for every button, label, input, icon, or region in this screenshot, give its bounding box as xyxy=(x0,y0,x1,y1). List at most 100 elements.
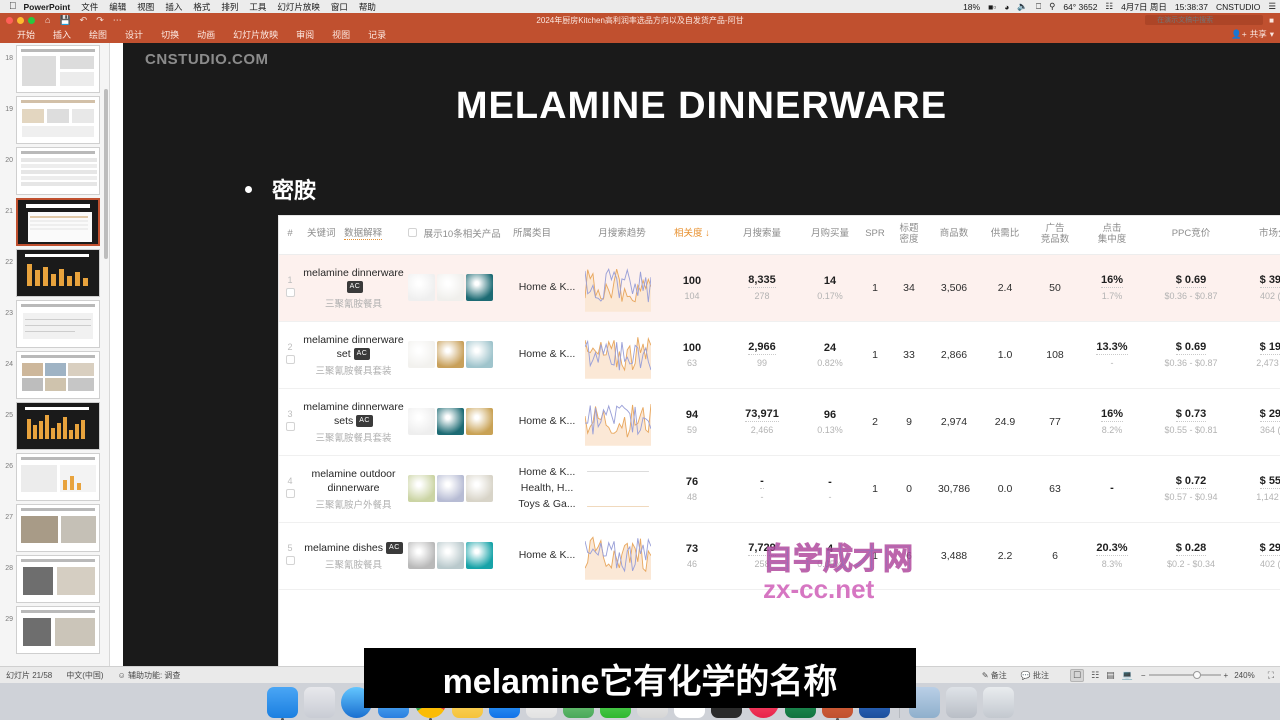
header-click-concentration[interactable]: 点击 集中度 xyxy=(1081,216,1143,255)
normal-view-icon[interactable]: ☐ xyxy=(1069,668,1085,682)
zoom-level[interactable]: 240% xyxy=(1234,671,1254,680)
trash-icon[interactable] xyxy=(982,687,1014,718)
product-thumbnail[interactable] xyxy=(466,341,493,369)
product-thumbnail[interactable] xyxy=(408,408,435,436)
keyword-cell[interactable]: melamine outdoor dinnerware 三聚氰胺户外餐具 xyxy=(301,455,406,523)
header-product-count[interactable]: 商品数 xyxy=(927,216,981,255)
list-icon[interactable]: ☰ xyxy=(1268,1,1276,12)
category-cell[interactable]: Home & K... xyxy=(511,321,583,389)
search-input[interactable] xyxy=(1145,15,1264,25)
header-show-related[interactable]: 展示10条相关产品 xyxy=(406,216,511,255)
trend-cell[interactable] xyxy=(583,455,661,523)
product-images-cell[interactable] xyxy=(406,254,511,322)
row-checkbox[interactable] xyxy=(285,288,295,298)
product-images-cell[interactable] xyxy=(406,455,511,523)
menubar-item-view[interactable]: 视图 xyxy=(137,1,154,13)
product-thumbnail[interactable] xyxy=(466,475,493,503)
product-images-cell[interactable] xyxy=(406,388,511,456)
more-icon[interactable]: ⋯ xyxy=(113,15,122,26)
thumbnail-image[interactable] xyxy=(16,402,100,450)
thumbnail-item[interactable]: 26 xyxy=(0,453,109,501)
tab-record[interactable]: 记录 xyxy=(359,27,395,43)
save-icon[interactable]: 💾 xyxy=(59,15,70,26)
header-spr[interactable]: SPR xyxy=(859,216,891,255)
slide-bullet[interactable]: 密胺 xyxy=(245,173,316,205)
header-market-analysis[interactable]: 市场分析 xyxy=(1239,216,1280,255)
table-row[interactable]: 5 melamine dishes AC 三聚氰胺餐具 Home & K... 73 46 7… xyxy=(279,522,1280,590)
show-related-checkbox[interactable] xyxy=(408,228,417,238)
trend-cell[interactable] xyxy=(583,522,661,590)
trend-cell[interactable] xyxy=(583,321,661,389)
trend-cell[interactable] xyxy=(583,388,661,456)
comments-button[interactable]: 💬 批注 xyxy=(1021,670,1049,681)
thumbnail-item[interactable]: 18 xyxy=(0,45,109,93)
fit-slide-icon[interactable]: ⛶ xyxy=(1268,670,1274,681)
header-data-explain[interactable]: 数据解释 xyxy=(344,228,383,241)
product-thumbnail[interactable] xyxy=(437,475,464,503)
product-images-cell[interactable] xyxy=(406,522,511,590)
thumbnail-image[interactable] xyxy=(16,45,100,93)
keyword-cell[interactable]: melamine dishes AC 三聚氰胺餐具 xyxy=(301,522,406,590)
wifi-icon[interactable]: ◕ xyxy=(1004,2,1009,12)
thumbnail-item[interactable]: 22 xyxy=(0,249,109,297)
battery-icon[interactable]: ■▫ xyxy=(988,2,996,12)
menubar-item-insert[interactable]: 插入 xyxy=(165,1,182,13)
tab-slideshow[interactable]: 幻灯片放映 xyxy=(224,27,287,43)
thumbnail-image[interactable] xyxy=(16,504,100,552)
undo-icon[interactable]: ↶ xyxy=(80,15,88,26)
zoom-track[interactable] xyxy=(1148,671,1221,679)
category-label[interactable]: Home & K... xyxy=(513,465,581,481)
zoom-out-button[interactable]: − xyxy=(1141,671,1146,680)
product-thumbnail[interactable] xyxy=(437,341,464,369)
category-label[interactable]: Home & K... xyxy=(513,280,581,296)
thumbnail-image[interactable] xyxy=(16,555,100,603)
menubar-item-file[interactable]: 文件 xyxy=(81,1,98,13)
search-box[interactable]: ⚲ xyxy=(1145,15,1264,25)
zoom-knob[interactable] xyxy=(1192,671,1201,679)
header-title-density[interactable]: 标题 密度 xyxy=(891,216,927,255)
quick-access-toolbar[interactable]: ⌂ 💾 ↶ ↷ ⋯ xyxy=(45,15,122,26)
tab-animations[interactable]: 动画 xyxy=(188,27,224,43)
thumbnail-item[interactable]: 25 xyxy=(0,402,109,450)
slide-thumbnail-panel[interactable]: 18 19 20 21 22 23 24 25 26 27 28 29 xyxy=(0,43,110,683)
thumbnail-item[interactable]: 19 xyxy=(0,96,109,144)
keyword-cell[interactable]: melamine dinnerwareAC 三聚氰胺餐具 xyxy=(301,254,406,322)
account-avatar[interactable]: ■ xyxy=(1269,16,1274,25)
tab-draw[interactable]: 绘图 xyxy=(80,27,116,43)
volume-icon[interactable]: 🔈 xyxy=(1017,1,1028,12)
downloads-icon[interactable] xyxy=(945,687,977,718)
thumbnail-image[interactable] xyxy=(16,606,100,654)
menubar-app-name[interactable]: PowerPoint xyxy=(24,2,71,12)
thumbnail-item[interactable]: 27 xyxy=(0,504,109,552)
category-label[interactable]: Home & K... xyxy=(513,414,581,430)
menubar-item-arrange[interactable]: 排列 xyxy=(221,1,238,13)
menubar-item-slideshow[interactable]: 幻灯片放映 xyxy=(277,1,320,13)
category-cell[interactable]: Home & K... xyxy=(511,522,583,590)
keyword-cell[interactable]: melamine dinnerware sets AC 三聚氰胺餐具套装 xyxy=(301,388,406,456)
product-thumbnail[interactable] xyxy=(466,542,493,570)
zoom-slider[interactable]: − + xyxy=(1141,671,1228,680)
header-ad-competitors[interactable]: 广告 竞品数 xyxy=(1029,216,1081,255)
home-icon[interactable]: ⌂ xyxy=(45,15,50,25)
thumbnail-item[interactable]: 23 xyxy=(0,300,109,348)
tab-view[interactable]: 视图 xyxy=(323,27,359,43)
window-controls[interactable] xyxy=(6,16,35,24)
thumbnail-item[interactable]: 28 xyxy=(0,555,109,603)
row-checkbox[interactable] xyxy=(285,422,295,432)
slide-counter[interactable]: 幻灯片 21/58 xyxy=(6,670,52,681)
thumbnail-scrollbar[interactable] xyxy=(104,89,108,259)
product-thumbnail[interactable] xyxy=(408,274,435,302)
product-thumbnail[interactable] xyxy=(466,274,493,302)
header-supply-demand[interactable]: 供需比 xyxy=(981,216,1029,255)
header-relevance[interactable]: 相关度 ↓ xyxy=(661,216,723,255)
menubar-user[interactable]: CNSTUDIO xyxy=(1216,2,1260,12)
presenter-view-icon[interactable]: 💻 xyxy=(1122,670,1133,681)
keyword-text[interactable]: melamine dishes AC xyxy=(303,541,404,555)
category-label[interactable]: Toys & Ga... xyxy=(513,497,581,513)
menubar-item-window[interactable]: 窗口 xyxy=(331,1,348,13)
product-thumbnail[interactable] xyxy=(466,408,493,436)
thumbnail-image[interactable] xyxy=(16,147,100,195)
tab-transitions[interactable]: 切换 xyxy=(152,27,188,43)
header-ppc-bid[interactable]: PPC竞价 xyxy=(1143,216,1239,255)
keyword-text[interactable]: melamine dinnerware set AC xyxy=(303,333,404,361)
